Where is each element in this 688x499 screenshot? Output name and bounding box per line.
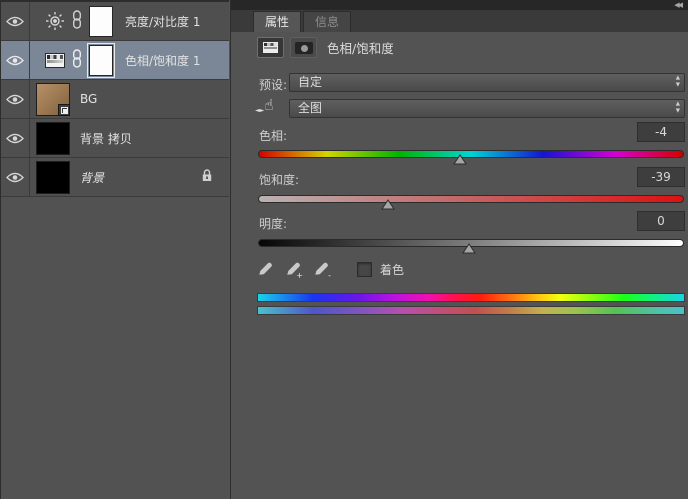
hue-slider-track[interactable] — [258, 150, 684, 158]
lightness-value-field[interactable]: 0 — [637, 211, 685, 231]
targeted-adjustment-hand-icon[interactable]: ☝ ◄► — [258, 96, 280, 118]
lightness-slider-track[interactable] — [258, 239, 684, 247]
spectrum-bar-adjusted — [257, 306, 685, 315]
adjustment-header: 色相/饱和度 — [257, 37, 394, 58]
collapse-panel-icon[interactable]: ◀◀ — [674, 0, 681, 10]
panel-tab-bar: 属性 信息 — [231, 10, 688, 32]
layer-thumbnail[interactable] — [36, 83, 70, 116]
layer-name[interactable]: BG — [80, 92, 97, 106]
brightness-contrast-icon — [45, 11, 65, 31]
preset-dropdown[interactable]: 自定 ▲▼ — [289, 73, 685, 92]
layers-panel: 亮度/对比度 1 色相/饱和度 1 BG — [0, 0, 229, 499]
layer-row-background[interactable]: 背景 — [1, 158, 229, 197]
eyedropper-icon[interactable] — [257, 259, 275, 279]
colorize-label: 着色 — [380, 261, 404, 278]
saturation-label: 饱和度: — [259, 171, 299, 188]
layer-mask-link-icon[interactable] — [72, 49, 82, 72]
eyedropper-add-icon[interactable]: + — [285, 259, 303, 279]
adjustment-title: 色相/饱和度 — [327, 38, 394, 57]
layer-row-background-copy[interactable]: 背景 拷贝 — [1, 119, 229, 158]
layer-mask-link-icon[interactable] — [72, 10, 82, 33]
lightness-label: 明度: — [259, 215, 287, 232]
colorize-checkbox[interactable] — [357, 262, 372, 277]
visibility-eye-icon[interactable] — [1, 158, 30, 196]
photoshop-workspace: 亮度/对比度 1 色相/饱和度 1 BG — [0, 0, 688, 499]
eyedropper-row: + - 着色 — [257, 259, 404, 279]
layer-mask-thumbnail[interactable] — [89, 45, 113, 76]
layer-name[interactable]: 亮度/对比度 1 — [125, 13, 201, 30]
properties-panel: ◀◀ 属性 信息 色相/饱和度 预设: 自定 ▲▼ ☝ ◄► 全图 ▲▼ — [230, 0, 688, 499]
smart-object-badge-icon — [58, 104, 70, 116]
dropdown-spinner-icon: ▲▼ — [676, 75, 680, 89]
tab-properties[interactable]: 属性 — [253, 11, 301, 32]
visibility-eye-icon[interactable] — [1, 80, 30, 118]
hue-saturation-layer-icon — [45, 53, 65, 68]
layer-thumbnail[interactable] — [36, 161, 70, 194]
visibility-eye-icon[interactable] — [1, 41, 30, 79]
layer-mask-thumbnail[interactable] — [89, 6, 113, 37]
hue-label: 色相: — [259, 127, 287, 144]
spectrum-bar-original — [257, 293, 685, 302]
layer-name[interactable]: 背景 拷贝 — [80, 130, 132, 147]
channel-dropdown[interactable]: 全图 ▲▼ — [289, 99, 685, 118]
dropdown-spinner-icon: ▲▼ — [676, 101, 680, 115]
eyedropper-subtract-icon[interactable]: - — [313, 259, 331, 279]
layer-name[interactable]: 色相/饱和度 1 — [125, 52, 201, 69]
lock-icon — [201, 168, 213, 187]
saturation-value-field[interactable]: -39 — [637, 167, 685, 187]
layer-row-bg[interactable]: BG — [1, 80, 229, 119]
adjustment-settings-icon[interactable] — [257, 37, 284, 58]
panel-header-bar: ◀◀ — [231, 0, 688, 10]
lightness-slider-thumb[interactable] — [462, 239, 476, 250]
hue-value-field[interactable]: -4 — [637, 122, 685, 142]
layer-row-brightness-contrast[interactable]: 亮度/对比度 1 — [1, 2, 229, 41]
hue-slider-thumb[interactable] — [453, 150, 467, 161]
layer-name[interactable]: 背景 — [80, 169, 104, 186]
layer-mask-icon[interactable] — [290, 37, 317, 58]
visibility-eye-icon[interactable] — [1, 2, 30, 40]
preset-value: 自定 — [298, 75, 322, 89]
preset-label: 预设: — [259, 76, 287, 93]
saturation-slider-track[interactable] — [258, 195, 684, 203]
visibility-eye-icon[interactable] — [1, 119, 30, 157]
tab-info[interactable]: 信息 — [303, 11, 351, 32]
layer-row-hue-saturation[interactable]: 色相/饱和度 1 — [1, 41, 229, 80]
channel-value: 全图 — [298, 101, 322, 115]
saturation-slider-thumb[interactable] — [381, 195, 395, 206]
layer-thumbnail[interactable] — [36, 122, 70, 155]
